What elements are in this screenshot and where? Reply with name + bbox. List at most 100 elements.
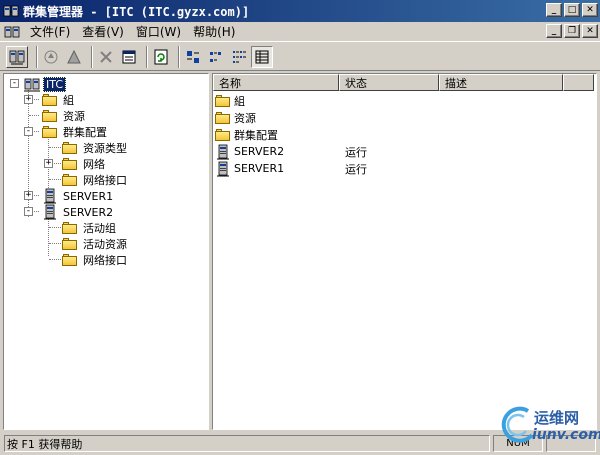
column-header-description[interactable]: 描述 xyxy=(439,74,563,91)
cluster-doc-icon[interactable] xyxy=(4,24,20,40)
refresh-button[interactable] xyxy=(150,46,172,68)
delete-icon xyxy=(100,51,112,63)
menu-window[interactable]: 窗口(W) xyxy=(130,23,187,40)
menu-view[interactable]: 查看(V) xyxy=(76,23,130,40)
server-icon xyxy=(44,188,56,204)
large-icons-button[interactable] xyxy=(182,46,204,68)
status-text: 按 F1 获得帮助 xyxy=(4,435,490,452)
tree-label: 組 xyxy=(63,94,74,107)
tree-item-resources[interactable]: 资源 xyxy=(26,108,87,124)
column-header-status[interactable]: 状态 xyxy=(339,74,439,91)
expand-icon[interactable]: + xyxy=(24,95,33,104)
list-item-name: 組 xyxy=(234,94,245,108)
tree-item-networks[interactable]: + 网络 xyxy=(44,156,107,172)
folder-open-icon xyxy=(42,125,58,139)
toolbar xyxy=(0,41,600,71)
take-offline-button[interactable] xyxy=(63,46,85,68)
folder-icon xyxy=(215,111,231,125)
tree-label: 群集配置 xyxy=(63,126,107,139)
tree-label: 资源 xyxy=(63,110,85,123)
tree-label: 网络接口 xyxy=(83,174,127,187)
tree-item-network-interfaces[interactable]: 网络接口 xyxy=(46,172,129,188)
toolbar-group-views xyxy=(182,45,274,69)
collapse-icon[interactable]: - xyxy=(10,79,19,88)
tree-root-label: ITC xyxy=(43,76,66,92)
column-header-filler xyxy=(563,74,594,91)
mdi-restore-button[interactable]: ❐ xyxy=(564,24,580,38)
folder-icon xyxy=(62,173,78,187)
tree-item-active-groups[interactable]: 活动组 xyxy=(46,220,118,236)
folder-icon xyxy=(62,253,78,267)
title-bar[interactable]: 群集管理器 - [ITC (ITC.gyzx.com)] _ □ ✕ xyxy=(0,0,600,22)
folder-icon xyxy=(215,94,231,108)
bring-online-button[interactable] xyxy=(40,46,62,68)
column-header-name[interactable]: 名称 xyxy=(213,74,339,91)
connect-button[interactable] xyxy=(6,46,28,68)
toolbar-group-edit xyxy=(95,45,141,69)
list-item[interactable]: 群集配置 xyxy=(215,126,443,143)
watermark-logo: 运维网 iunv.com xyxy=(498,403,600,451)
refresh-icon xyxy=(154,49,168,65)
details-view-button[interactable] xyxy=(251,46,273,68)
list-pane[interactable]: 名称 状态 描述 組 资源 群集配置 SERVER2 运行 SERVER1 运行 xyxy=(212,73,597,430)
tree-label: SERVER1 xyxy=(63,189,114,203)
mdi-minimize-button[interactable]: _ xyxy=(546,24,562,38)
tree-item-server2-network-interfaces[interactable]: 网络接口 xyxy=(46,252,129,268)
tree-item-server1[interactable]: + SERVER1 xyxy=(24,188,115,204)
close-button[interactable]: ✕ xyxy=(582,3,598,17)
folder-icon xyxy=(62,141,78,155)
server-icon xyxy=(217,161,229,176)
folder-icon xyxy=(42,93,58,107)
mdi-close-button[interactable]: ✕ xyxy=(582,24,598,38)
list-header: 名称 状态 描述 xyxy=(213,74,594,91)
maximize-icon: □ xyxy=(567,4,577,15)
expand-icon[interactable]: + xyxy=(44,159,53,168)
folder-icon xyxy=(215,128,231,142)
tree-item-active-resources[interactable]: 活动资源 xyxy=(46,236,129,252)
minimize-button[interactable]: _ xyxy=(546,3,562,17)
tree-item-server2[interactable]: - SERVER2 xyxy=(24,204,115,220)
list-item-name: SERVER2 xyxy=(234,145,285,158)
cluster-app-icon xyxy=(3,5,19,17)
tree-item-root[interactable]: - ITC xyxy=(7,76,66,92)
maximize-button[interactable]: □ xyxy=(564,3,580,17)
delete-button[interactable] xyxy=(95,46,117,68)
menu-file[interactable]: 文件(F) xyxy=(24,23,76,40)
properties-icon xyxy=(122,50,136,64)
list-view-button[interactable] xyxy=(228,46,250,68)
small-icons-button[interactable] xyxy=(205,46,227,68)
folder-icon xyxy=(42,109,58,123)
collapse-icon[interactable]: - xyxy=(24,207,33,216)
tree-item-cluster-config[interactable]: - 群集配置 xyxy=(24,124,109,140)
list-item[interactable]: SERVER2 运行 xyxy=(215,143,443,160)
list-item[interactable]: 組 xyxy=(215,92,443,109)
offline-icon xyxy=(67,49,81,64)
expand-icon[interactable]: + xyxy=(24,191,33,200)
list-item-name: 资源 xyxy=(234,111,256,125)
small-icons-icon xyxy=(210,52,221,62)
list-icon xyxy=(233,51,246,63)
toolbar-group-connect xyxy=(6,45,29,69)
close-icon: ✕ xyxy=(586,25,594,36)
collapse-icon[interactable]: - xyxy=(24,127,33,136)
properties-button[interactable] xyxy=(118,46,140,68)
tree-item-resource-types[interactable]: 资源类型 xyxy=(46,140,129,156)
tree-label: 活动资源 xyxy=(83,238,127,251)
menu-help[interactable]: 帮助(H) xyxy=(187,23,241,40)
folder-icon xyxy=(62,221,78,235)
list-item[interactable]: 资源 xyxy=(215,109,443,126)
tree-item-groups[interactable]: + 組 xyxy=(24,92,76,108)
minimize-icon: _ xyxy=(551,25,557,36)
toolbar-group-refresh xyxy=(150,45,173,69)
tree-label: 活动组 xyxy=(83,222,116,235)
watermark-text-line2: iunv.com xyxy=(532,427,600,443)
tree-label: 资源类型 xyxy=(83,142,127,155)
tree-pane[interactable]: - ITC + 組 资源 - 群集配置 资源类型 + 网络 网络接口 + SER… xyxy=(3,73,209,430)
connect-icon xyxy=(9,50,25,65)
window-title: 群集管理器 - [ITC (ITC.gyzx.com)] xyxy=(23,4,250,19)
server-icon xyxy=(217,144,229,159)
toolbar-group-state xyxy=(40,45,86,69)
list-item[interactable]: SERVER1 运行 xyxy=(215,160,443,177)
online-icon xyxy=(44,50,58,64)
tree-label: 网络 xyxy=(83,158,105,171)
